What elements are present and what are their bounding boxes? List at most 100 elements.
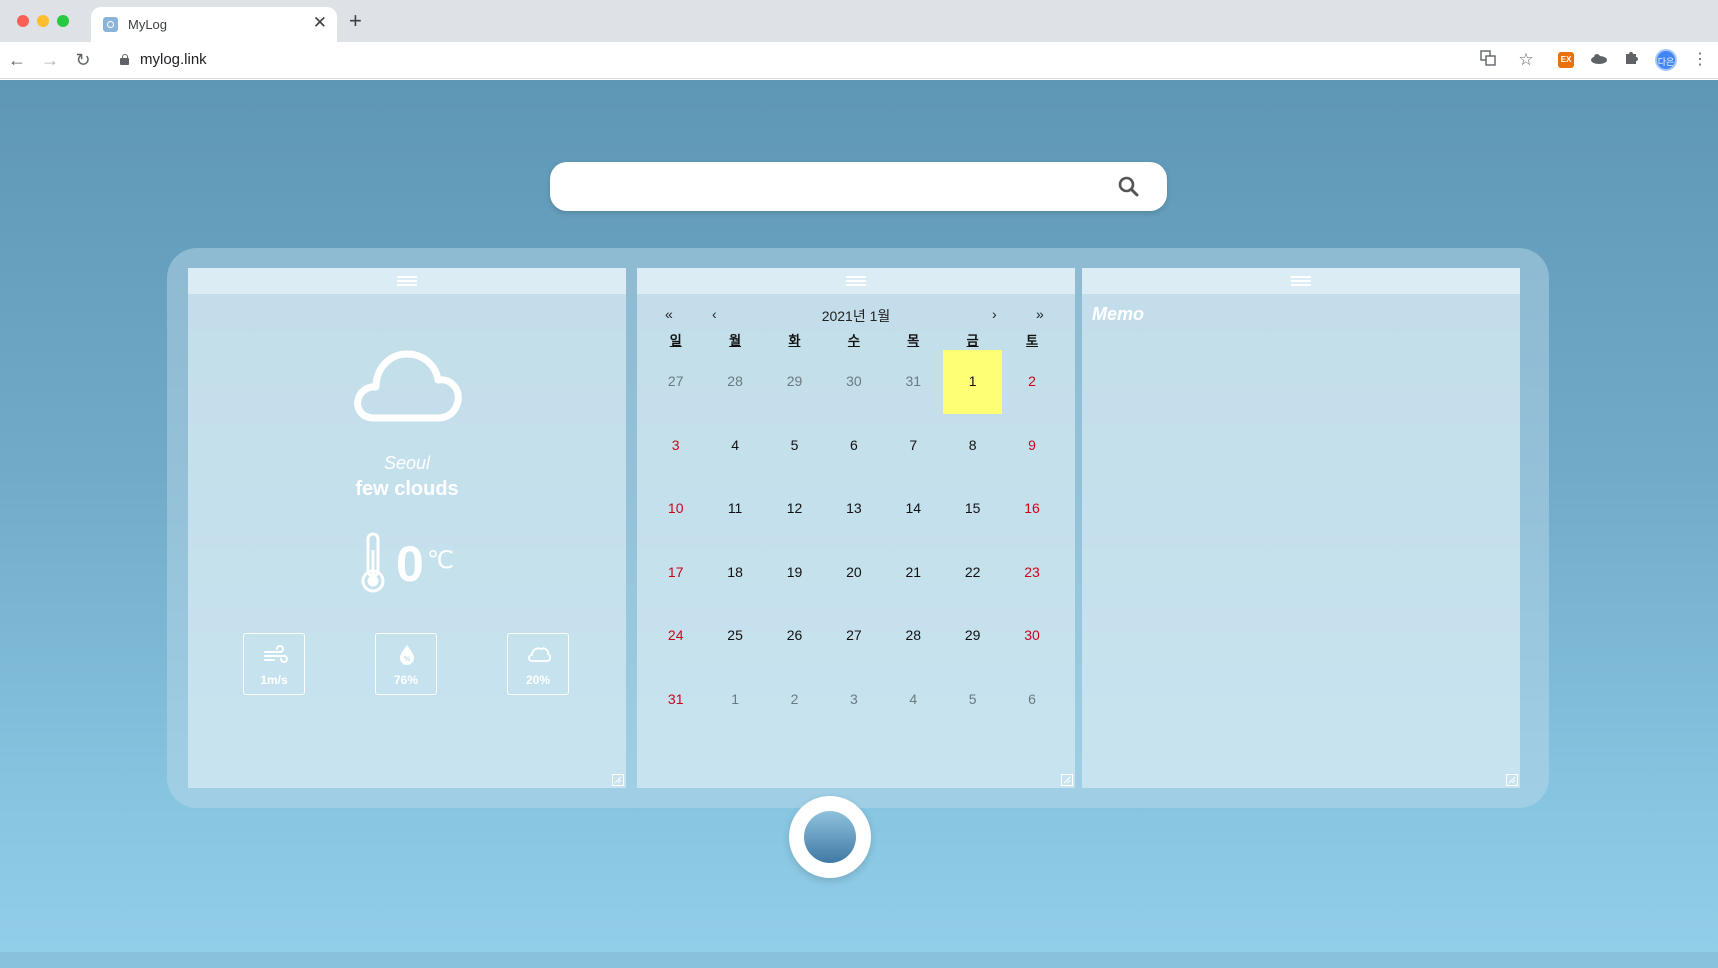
prev-month-button[interactable]: ‹ (712, 306, 717, 322)
calendar-day[interactable]: 27 (824, 604, 883, 668)
calendar-day[interactable]: 6 (824, 414, 883, 478)
weekday-label: 목 (907, 333, 920, 348)
maximize-window-button[interactable] (57, 15, 69, 27)
calendar-day[interactable]: 26 (765, 604, 824, 668)
calendar-day[interactable]: 15 (943, 477, 1002, 541)
calendar-day[interactable]: 27 (646, 350, 705, 414)
temperature-value: 0 (396, 536, 424, 592)
drag-handle-icon[interactable] (397, 275, 417, 287)
minimize-window-button[interactable] (37, 15, 49, 27)
calendar-week-row: 31 1 2 3 4 5 6 (646, 668, 1062, 732)
wind-stat: 1m/s (243, 633, 305, 695)
calendar-day[interactable]: 3 (646, 414, 705, 478)
calendar-day[interactable]: 31 (884, 350, 943, 414)
search-input[interactable] (570, 172, 1110, 201)
calendar-day[interactable]: 25 (705, 604, 764, 668)
extensions-puzzle-icon[interactable] (1621, 50, 1641, 70)
wind-icon (264, 645, 288, 663)
add-widget-button[interactable] (789, 796, 871, 878)
calendar-day[interactable]: 5 (943, 668, 1002, 732)
extension-ex-icon[interactable]: EX (1558, 52, 1574, 68)
back-arrow-icon[interactable]: ← (5, 48, 29, 72)
calendar-day[interactable]: 2 (1002, 350, 1061, 414)
calendar-day[interactable]: 4 (705, 414, 764, 478)
calendar-day[interactable]: 21 (884, 541, 943, 605)
calendar-day[interactable]: 13 (824, 477, 883, 541)
calendar-day[interactable]: 22 (943, 541, 1002, 605)
calendar-day[interactable]: 7 (884, 414, 943, 478)
humidity-stat: % 76% (375, 633, 437, 695)
profile-avatar[interactable]: 다은 (1655, 49, 1677, 71)
calendar-day[interactable]: 1 (705, 668, 764, 732)
more-menu-icon[interactable]: ⋮ (1690, 50, 1710, 70)
calendar-day[interactable]: 28 (884, 604, 943, 668)
calendar-day[interactable]: 5 (765, 414, 824, 478)
address-bar[interactable]: mylog.link (107, 45, 1547, 75)
calendar-drag-handle[interactable] (637, 268, 1075, 294)
calendar-day[interactable]: 9 (1002, 414, 1061, 478)
new-tab-button[interactable]: + (349, 10, 362, 32)
weekday-label: 화 (788, 333, 801, 348)
search-bar[interactable] (550, 162, 1167, 211)
calendar-week-row: 10 11 12 13 14 15 16 (646, 477, 1062, 541)
calendar-day[interactable]: 31 (646, 668, 705, 732)
calendar-day[interactable]: 11 (705, 477, 764, 541)
drag-handle-icon[interactable] (846, 275, 866, 287)
calendar-day[interactable]: 30 (824, 350, 883, 414)
next-year-button[interactable]: » (1036, 306, 1044, 322)
calendar-day[interactable]: 16 (1002, 477, 1061, 541)
calendar-day[interactable]: 12 (765, 477, 824, 541)
resize-handle-icon[interactable] (1506, 774, 1518, 786)
forward-arrow-icon[interactable]: → (38, 48, 62, 72)
browser-tab[interactable]: MyLog ✕ (91, 7, 337, 42)
weekday-label: 월 (729, 333, 742, 348)
extension-cloud-icon[interactable] (1589, 50, 1609, 70)
calendar-week-row: 17 18 19 20 21 22 23 (646, 541, 1062, 605)
calendar-day[interactable]: 3 (824, 668, 883, 732)
bookmark-star-icon[interactable]: ☆ (1516, 50, 1536, 70)
calendar-day[interactable]: 28 (705, 350, 764, 414)
calendar-day[interactable]: 24 (646, 604, 705, 668)
calendar-day[interactable]: 19 (765, 541, 824, 605)
calendar-day[interactable]: 14 (884, 477, 943, 541)
next-month-button[interactable]: › (992, 306, 997, 322)
tab-close-icon[interactable]: ✕ (313, 13, 327, 33)
prev-year-button[interactable]: « (665, 306, 673, 322)
calendar-day[interactable]: 18 (705, 541, 764, 605)
calendar-day[interactable]: 6 (1002, 668, 1061, 732)
calendar-day[interactable]: 29 (943, 604, 1002, 668)
calendar-day[interactable]: 20 (824, 541, 883, 605)
wind-value: 1m/s (260, 673, 288, 687)
small-cloud-icon (528, 647, 552, 662)
page-background: Seoul few clouds 0 ℃ 1m/s % 76% 20% 2021… (0, 80, 1718, 968)
calendar-week-row: 3 4 5 6 7 8 9 (646, 414, 1062, 478)
memo-title: Memo (1092, 304, 1145, 324)
thermometer-icon (361, 532, 385, 593)
calendar-day[interactable]: 23 (1002, 541, 1061, 605)
reload-icon[interactable]: ↻ (71, 48, 95, 72)
weather-drag-handle[interactable] (188, 268, 626, 294)
cloudiness-value: 20% (525, 673, 551, 687)
memo-widget: Memo (1082, 268, 1520, 788)
calendar-day[interactable]: 10 (646, 477, 705, 541)
calendar-day[interactable]: 29 (765, 350, 824, 414)
search-icon[interactable] (1118, 176, 1139, 197)
calendar-day[interactable]: 30 (1002, 604, 1061, 668)
calendar-day[interactable]: 17 (646, 541, 705, 605)
browser-toolbar: ← → ↻ mylog.link ☆ EX 다은 ⋮ (0, 42, 1718, 79)
resize-handle-icon[interactable] (612, 774, 624, 786)
calendar-day[interactable]: 8 (943, 414, 1002, 478)
calendar-day[interactable]: 2 (765, 668, 824, 732)
close-window-button[interactable] (17, 15, 29, 27)
url-text[interactable]: mylog.link (140, 51, 207, 68)
resize-handle-icon[interactable] (1061, 774, 1073, 786)
calendar-day[interactable]: 4 (884, 668, 943, 732)
cloudiness-stat: 20% (507, 633, 569, 695)
weather-description: few clouds (355, 478, 459, 500)
translate-icon[interactable] (1478, 50, 1498, 70)
humidity-value: 76% (393, 673, 419, 687)
memo-drag-handle[interactable] (1082, 268, 1520, 294)
drag-handle-icon[interactable] (1291, 275, 1311, 287)
calendar-day-today[interactable]: 1 (942, 350, 1003, 414)
temperature-unit: ℃ (427, 547, 454, 574)
